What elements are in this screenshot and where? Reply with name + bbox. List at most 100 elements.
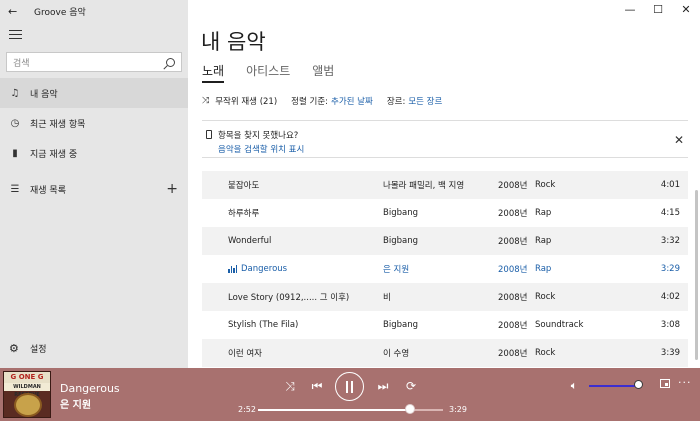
sidebar-item-now-playing[interactable]: ▮ 지금 재생 중 <box>0 138 188 168</box>
clock-icon: ◷ <box>10 117 20 129</box>
table-row[interactable]: 이런 여자 이 수영 2008년 Rock 3:39 <box>202 339 688 367</box>
song-year: 2008년 <box>498 349 528 359</box>
close-window-icon[interactable]: ✕ <box>672 0 700 22</box>
missing-music-notice: 항목을 찾지 못했나요? 음악을 검색할 위치 표시 ✕ <box>202 120 688 158</box>
table-row[interactable]: 붙잡아도 나몰라 패밀리, 백 지영 2008년 Rock 4:01 <box>202 171 688 199</box>
now-playing-title[interactable]: Dangerous <box>60 382 120 395</box>
song-genre: Rock <box>535 348 556 358</box>
table-row[interactable]: Love Story (0912,..... 그 이후) 비 2008년 Roc… <box>202 283 688 311</box>
more-options-icon[interactable]: ··· <box>678 376 692 389</box>
elapsed-time: 2:52 <box>238 405 256 414</box>
song-duration: 4:15 <box>660 208 680 218</box>
now-playing-artist[interactable]: 은 지원 <box>60 396 91 411</box>
album-art-emblem <box>14 393 42 417</box>
repeat-icon: ⟳ <box>405 379 417 393</box>
song-title-wrap: Dangerous <box>228 264 287 274</box>
sidebar-item-playlists[interactable]: ☰ 재생 목록 + <box>0 174 188 204</box>
scrollbar[interactable] <box>695 190 698 360</box>
volume-thumb[interactable] <box>634 380 643 389</box>
notice-question: 항목을 찾지 못했나요? <box>218 131 299 141</box>
previous-button[interactable]: ⏮ <box>309 374 325 398</box>
sidebar-item-label: 최근 재생 항목 <box>30 119 86 130</box>
choose-music-location-link[interactable]: 음악을 검색할 위치 표시 <box>218 143 304 155</box>
song-title: 붙잡아도 <box>228 181 260 191</box>
table-row[interactable]: 하루하루 Bigbang 2008년 Rap 4:15 <box>202 199 688 227</box>
next-icon: ⏭ <box>377 379 389 393</box>
next-button[interactable]: ⏭ <box>375 374 391 398</box>
minimize-icon[interactable]: — <box>616 0 644 22</box>
sort-label: 정렬 기준: <box>291 97 329 107</box>
tab-songs[interactable]: 노래 <box>202 62 225 83</box>
song-title: 하루하루 <box>228 209 260 219</box>
search-input[interactable]: 검색 <box>6 52 182 72</box>
volume-button[interactable]: 🔈︎ <box>566 374 582 398</box>
gear-icon: ⚙ <box>9 341 19 355</box>
seek-bar[interactable] <box>258 409 443 411</box>
tab-bar: 노래 아티스트 앨범 <box>202 62 334 83</box>
table-row[interactable]: Wonderful Bigbang 2008년 Rap 3:32 <box>202 227 688 255</box>
previous-icon: ⏮ <box>311 379 323 393</box>
song-artist: Bigbang <box>383 236 418 246</box>
equalizer-icon: ▮ <box>12 147 18 159</box>
tab-albums[interactable]: 앨범 <box>312 62 334 83</box>
tab-artists[interactable]: 아티스트 <box>246 62 290 83</box>
hamburger-menu-button[interactable] <box>0 22 188 46</box>
add-playlist-icon[interactable]: + <box>166 181 178 197</box>
search-placeholder: 검색 <box>13 58 30 69</box>
sort-dropdown[interactable]: 추가된 날짜 <box>331 95 373 107</box>
album-art-subtext: WILDMAN RESERVE <box>4 383 50 398</box>
search-icon[interactable] <box>166 57 175 67</box>
sidebar-item-recent[interactable]: ◷ 최근 재생 항목 <box>0 108 188 138</box>
page-title: 내 음악 <box>201 30 266 54</box>
maximize-icon[interactable]: ☐ <box>644 0 672 22</box>
seek-thumb[interactable] <box>404 404 415 414</box>
song-duration: 4:01 <box>660 180 680 190</box>
song-artist: 비 <box>383 293 391 303</box>
song-genre: Rap <box>535 264 552 274</box>
song-title: Stylish (The Fila) <box>228 320 299 330</box>
mini-player-icon[interactable] <box>660 379 670 388</box>
window-controls: — ☐ ✕ <box>616 0 700 22</box>
close-icon[interactable]: ✕ <box>674 133 684 147</box>
main-content: 내 음악 노래 아티스트 앨범 ⤨ 무작위 재생 (21) 정렬 기준: 추가된… <box>188 0 700 368</box>
hamburger-icon <box>9 33 22 35</box>
song-artist: Bigbang <box>383 320 418 330</box>
sidebar-item-settings[interactable]: ⚙ 설정 <box>0 336 188 360</box>
song-list: 붙잡아도 나몰라 패밀리, 백 지영 2008년 Rock 4:01 하루하루 … <box>202 171 688 367</box>
sidebar-item-label: 재생 목록 <box>30 185 66 196</box>
song-duration: 3:32 <box>660 236 680 246</box>
shuffle-all-button[interactable]: 무작위 재생 (21) <box>215 95 277 107</box>
shuffle-button[interactable]: ⤨ <box>282 374 298 398</box>
song-title: 이런 여자 <box>228 349 262 359</box>
sidebar-item-label: 지금 재생 중 <box>30 149 78 160</box>
shuffle-icon: ⤨ <box>285 379 295 393</box>
filter-bar: ⤨ 무작위 재생 (21) 정렬 기준: 추가된 날짜 장르: 모든 장르 <box>202 95 442 107</box>
song-artist: 이 수영 <box>383 349 410 359</box>
sidebar-item-my-music[interactable]: ♫ 내 음악 <box>0 78 188 108</box>
album-art[interactable]: G ONE G CODE WILDMAN RESERVE <box>3 371 51 418</box>
song-year: 2008년 <box>498 265 528 275</box>
song-genre: Rap <box>535 208 552 218</box>
back-arrow-icon[interactable]: ← <box>8 5 24 18</box>
song-title: Love Story (0912,..... 그 이후) <box>228 293 350 303</box>
sidebar-item-label: 내 음악 <box>30 89 58 100</box>
app-title: Groove 음악 <box>34 7 86 18</box>
settings-label: 설정 <box>30 344 47 355</box>
song-title: Wonderful <box>228 236 272 246</box>
song-genre: Soundtrack <box>535 320 584 330</box>
song-year: 2008년 <box>498 237 528 247</box>
volume-slider[interactable] <box>589 385 639 387</box>
playlist-icon: ☰ <box>10 183 20 195</box>
music-note-icon: ♫ <box>10 87 20 99</box>
table-row[interactable]: Stylish (The Fila) Bigbang 2008년 Soundtr… <box>202 311 688 339</box>
song-artist: Bigbang <box>383 208 418 218</box>
repeat-button[interactable]: ⟳ <box>403 374 419 398</box>
table-row-now-playing[interactable]: Dangerous 은 지원 2008년 Rap 3:29 <box>202 255 688 283</box>
genre-dropdown[interactable]: 모든 장르 <box>408 95 442 107</box>
speaker-icon: 🔈︎ <box>570 379 578 392</box>
device-icon <box>206 130 212 139</box>
song-year: 2008년 <box>498 321 528 331</box>
seek-bar-fill <box>258 409 410 411</box>
play-pause-button[interactable] <box>335 372 364 401</box>
song-artist: 은 지원 <box>383 265 410 275</box>
